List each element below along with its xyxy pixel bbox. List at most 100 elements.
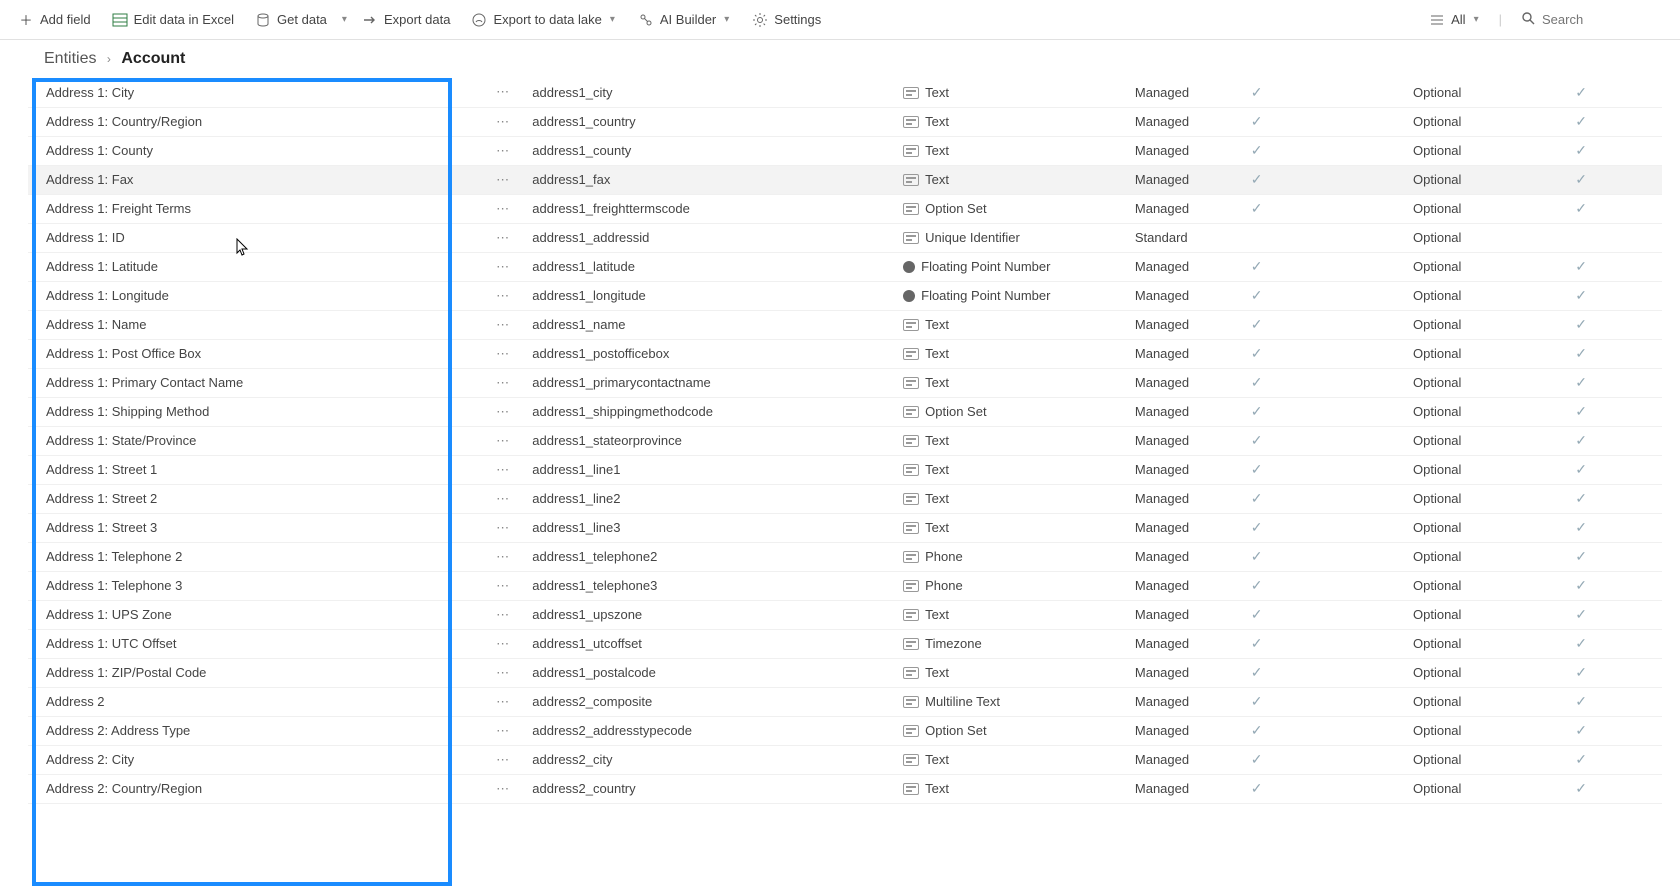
check-icon: ✓ — [1251, 200, 1263, 216]
breadcrumb-root[interactable]: Entities — [44, 50, 96, 67]
breadcrumb: Entities › Account — [0, 40, 1680, 78]
field-customizable: ✓ — [1245, 107, 1407, 136]
field-searchable: ✓ — [1569, 687, 1662, 716]
field-required: Optional — [1407, 194, 1569, 223]
type-icon — [903, 261, 915, 273]
table-row[interactable]: Address 1: County⋯address1_countyTextMan… — [28, 136, 1662, 165]
table-row[interactable]: Address 1: Shipping Method⋯address1_ship… — [28, 397, 1662, 426]
table-row[interactable]: Address 1: Longitude⋯address1_longitudeF… — [28, 281, 1662, 310]
field-managed: Managed — [1129, 600, 1245, 629]
row-more-button[interactable]: ⋯ — [480, 484, 526, 513]
row-more-button[interactable]: ⋯ — [480, 774, 526, 803]
field-searchable: ✓ — [1569, 107, 1662, 136]
table-row[interactable]: Address 1: UTC Offset⋯address1_utcoffset… — [28, 629, 1662, 658]
field-managed: Managed — [1129, 107, 1245, 136]
table-row[interactable]: Address 1: ZIP/Postal Code⋯address1_post… — [28, 658, 1662, 687]
table-row[interactable]: Address 1: State/Province⋯address1_state… — [28, 426, 1662, 455]
settings-button[interactable]: Settings — [744, 8, 829, 32]
row-more-button[interactable]: ⋯ — [480, 542, 526, 571]
field-managed: Managed — [1129, 78, 1245, 107]
table-row[interactable]: Address 2: City⋯address2_cityTextManaged… — [28, 745, 1662, 774]
field-customizable: ✓ — [1245, 455, 1407, 484]
row-more-button[interactable]: ⋯ — [480, 745, 526, 774]
table-row[interactable]: Address 1: Street 3⋯address1_line3TextMa… — [28, 513, 1662, 542]
row-more-button[interactable]: ⋯ — [480, 658, 526, 687]
get-data-button[interactable]: Get data — [247, 8, 335, 32]
export-data-button[interactable]: Export data — [354, 8, 459, 32]
type-icon — [903, 551, 919, 563]
ai-builder-button[interactable]: AI Builder ▾ — [630, 8, 739, 32]
row-more-button[interactable]: ⋯ — [480, 513, 526, 542]
table-row[interactable]: Address 1: Post Office Box⋯address1_post… — [28, 339, 1662, 368]
search-input[interactable] — [1542, 12, 1662, 27]
row-more-button[interactable]: ⋯ — [480, 368, 526, 397]
row-more-button[interactable]: ⋯ — [480, 426, 526, 455]
table-row[interactable]: Address 2: Country/Region⋯address2_count… — [28, 774, 1662, 803]
row-more-button[interactable]: ⋯ — [480, 281, 526, 310]
row-more-button[interactable]: ⋯ — [480, 397, 526, 426]
table-row[interactable]: Address 2: Address Type⋯address2_address… — [28, 716, 1662, 745]
type-icon — [903, 145, 919, 157]
table-row[interactable]: Address 1: Fax⋯address1_faxTextManaged✓O… — [28, 165, 1662, 194]
row-more-button[interactable]: ⋯ — [480, 339, 526, 368]
row-more-button[interactable]: ⋯ — [480, 136, 526, 165]
row-more-button[interactable]: ⋯ — [480, 455, 526, 484]
type-icon — [903, 725, 919, 737]
row-more-button[interactable]: ⋯ — [480, 310, 526, 339]
add-field-button[interactable]: ＋ Add field — [10, 8, 99, 32]
field-managed: Managed — [1129, 716, 1245, 745]
field-data-type: Text — [897, 136, 1129, 165]
field-data-type: Text — [897, 484, 1129, 513]
view-filter-button[interactable]: All ▾ — [1421, 8, 1488, 32]
field-searchable: ✓ — [1569, 629, 1662, 658]
row-more-button[interactable]: ⋯ — [480, 165, 526, 194]
type-icon — [903, 290, 915, 302]
row-more-button[interactable]: ⋯ — [480, 571, 526, 600]
field-display-name: Address 1: UTC Offset — [28, 629, 480, 658]
edit-excel-button[interactable]: Edit data in Excel — [104, 8, 242, 32]
table-row[interactable]: Address 2⋯address2_compositeMultiline Te… — [28, 687, 1662, 716]
database-icon — [255, 12, 271, 28]
search-box[interactable] — [1512, 6, 1670, 33]
field-display-name: Address 2 — [28, 687, 480, 716]
row-more-button[interactable]: ⋯ — [480, 600, 526, 629]
row-more-button[interactable]: ⋯ — [480, 223, 526, 252]
field-searchable: ✓ — [1569, 658, 1662, 687]
chevron-down-icon[interactable]: ▾ — [340, 14, 349, 25]
check-icon: ✓ — [1251, 287, 1263, 303]
table-row[interactable]: Address 1: Latitude⋯address1_latitudeFlo… — [28, 252, 1662, 281]
row-more-button[interactable]: ⋯ — [480, 252, 526, 281]
table-row[interactable]: Address 1: ID⋯address1_addressidUnique I… — [28, 223, 1662, 252]
toolbar: ＋ Add field Edit data in Excel Get data … — [0, 0, 1680, 40]
check-icon: ✓ — [1575, 113, 1587, 129]
table-row[interactable]: Address 1: Country/Region⋯address1_count… — [28, 107, 1662, 136]
row-more-button[interactable]: ⋯ — [480, 78, 526, 107]
field-customizable: ✓ — [1245, 339, 1407, 368]
table-row[interactable]: Address 1: Street 2⋯address1_line2TextMa… — [28, 484, 1662, 513]
field-customizable: ✓ — [1245, 281, 1407, 310]
field-customizable: ✓ — [1245, 542, 1407, 571]
row-more-button[interactable]: ⋯ — [480, 716, 526, 745]
check-icon: ✓ — [1575, 606, 1587, 622]
type-icon — [903, 522, 919, 534]
row-more-button[interactable]: ⋯ — [480, 107, 526, 136]
table-row[interactable]: Address 1: Telephone 2⋯address1_telephon… — [28, 542, 1662, 571]
field-schema-name: address1_stateorprovince — [526, 426, 897, 455]
row-more-button[interactable]: ⋯ — [480, 194, 526, 223]
table-row[interactable]: Address 1: Name⋯address1_nameTextManaged… — [28, 310, 1662, 339]
field-data-type: Option Set — [897, 194, 1129, 223]
table-row[interactable]: Address 1: UPS Zone⋯address1_upszoneText… — [28, 600, 1662, 629]
row-more-button[interactable]: ⋯ — [480, 687, 526, 716]
check-icon: ✓ — [1251, 374, 1263, 390]
type-icon — [903, 609, 919, 621]
table-row[interactable]: Address 1: City⋯address1_cityTextManaged… — [28, 78, 1662, 107]
table-row[interactable]: Address 1: Freight Terms⋯address1_freigh… — [28, 194, 1662, 223]
table-row[interactable]: Address 1: Street 1⋯address1_line1TextMa… — [28, 455, 1662, 484]
table-row[interactable]: Address 1: Primary Contact Name⋯address1… — [28, 368, 1662, 397]
table-row[interactable]: Address 1: Telephone 3⋯address1_telephon… — [28, 571, 1662, 600]
type-icon — [903, 406, 919, 418]
export-lake-button[interactable]: Export to data lake ▾ — [463, 8, 624, 32]
type-icon — [903, 638, 919, 650]
row-more-button[interactable]: ⋯ — [480, 629, 526, 658]
field-managed: Managed — [1129, 455, 1245, 484]
